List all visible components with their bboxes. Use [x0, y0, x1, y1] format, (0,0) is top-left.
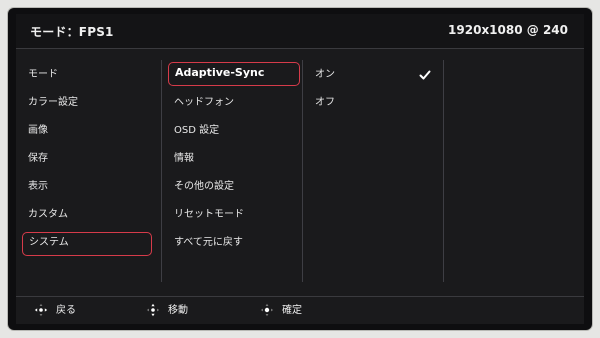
main-menu-item-label: カスタム — [28, 209, 68, 220]
main-menu-item-label: 保存 — [28, 153, 48, 164]
main-menu-item-color[interactable]: カラー設定 — [22, 92, 152, 114]
main-menu-item-label: 表示 — [28, 181, 48, 192]
main-menu-item-save[interactable]: 保存 — [22, 148, 152, 170]
back-hint-label: 戻る — [56, 305, 76, 316]
main-menu-item-label: 画像 — [28, 125, 48, 136]
main-menu: モード カラー設定 画像 保存 表示 カスタム システム — [16, 60, 160, 282]
confirm-hint[interactable]: 確定 — [260, 297, 302, 325]
option-label: オフ — [315, 97, 335, 108]
sub-menu-item-other-settings[interactable]: その他の設定 — [168, 176, 300, 198]
sub-menu-item-label: その他の設定 — [174, 181, 234, 192]
dpad-vertical-icon — [146, 303, 160, 317]
main-menu-item-system[interactable]: システム — [22, 232, 152, 256]
sub-menu-item-label: すべて元に戻す — [174, 237, 243, 248]
osd-panel: モード：FPS1 1920x1080 @ 240 モード カラー設定 画像 保存… — [16, 14, 584, 324]
move-hint-label: 移動 — [168, 305, 188, 316]
sub-menu-item-label: 情報 — [174, 153, 194, 164]
main-menu-item-label: システム — [29, 237, 69, 248]
osd-header: モード：FPS1 1920x1080 @ 240 — [16, 14, 584, 49]
main-menu-item-mode[interactable]: モード — [22, 64, 152, 86]
option-on[interactable]: オン — [309, 64, 439, 86]
option-label: オン — [315, 69, 335, 80]
move-hint[interactable]: 移動 — [146, 297, 188, 325]
main-menu-item-picture[interactable]: 画像 — [22, 120, 152, 142]
sub-menu-item-information[interactable]: 情報 — [168, 148, 300, 170]
main-menu-item-display[interactable]: 表示 — [22, 176, 152, 198]
current-mode-label: モード：FPS1 — [30, 25, 114, 39]
sub-menu-item-label: OSD 設定 — [174, 125, 220, 136]
main-menu-item-label: モード — [28, 69, 58, 80]
sub-menu-item-headphone[interactable]: ヘッドフォン — [168, 92, 300, 114]
dpad-horizontal-icon — [34, 303, 48, 317]
main-menu-item-custom[interactable]: カスタム — [22, 204, 152, 226]
sub-menu-item-label: Adaptive-Sync — [175, 66, 265, 79]
osd-footer: 戻る 移動 確定 — [16, 296, 584, 325]
main-menu-item-label: カラー設定 — [28, 97, 78, 108]
sub-menu-item-label: ヘッドフォン — [174, 97, 234, 108]
sub-menu: Adaptive-Sync ヘッドフォン OSD 設定 情報 その他の設定 リセ… — [161, 60, 302, 282]
dpad-center-icon — [260, 303, 274, 317]
back-hint[interactable]: 戻る — [34, 297, 76, 325]
detail-column — [443, 60, 584, 282]
checkmark-icon — [419, 64, 431, 93]
option-off[interactable]: オフ — [309, 92, 439, 114]
confirm-hint-label: 確定 — [282, 305, 302, 316]
sub-menu-item-adaptive-sync[interactable]: Adaptive-Sync — [168, 62, 300, 86]
sub-menu-item-reset-all[interactable]: すべて元に戻す — [168, 232, 300, 254]
sub-menu-item-label: リセットモード — [174, 209, 244, 220]
sub-menu-item-osd-settings[interactable]: OSD 設定 — [168, 120, 300, 142]
resolution-readout: 1920x1080 @ 240 — [448, 23, 568, 37]
sub-menu-item-reset-mode[interactable]: リセットモード — [168, 204, 300, 226]
option-menu: オン オフ — [302, 60, 443, 282]
